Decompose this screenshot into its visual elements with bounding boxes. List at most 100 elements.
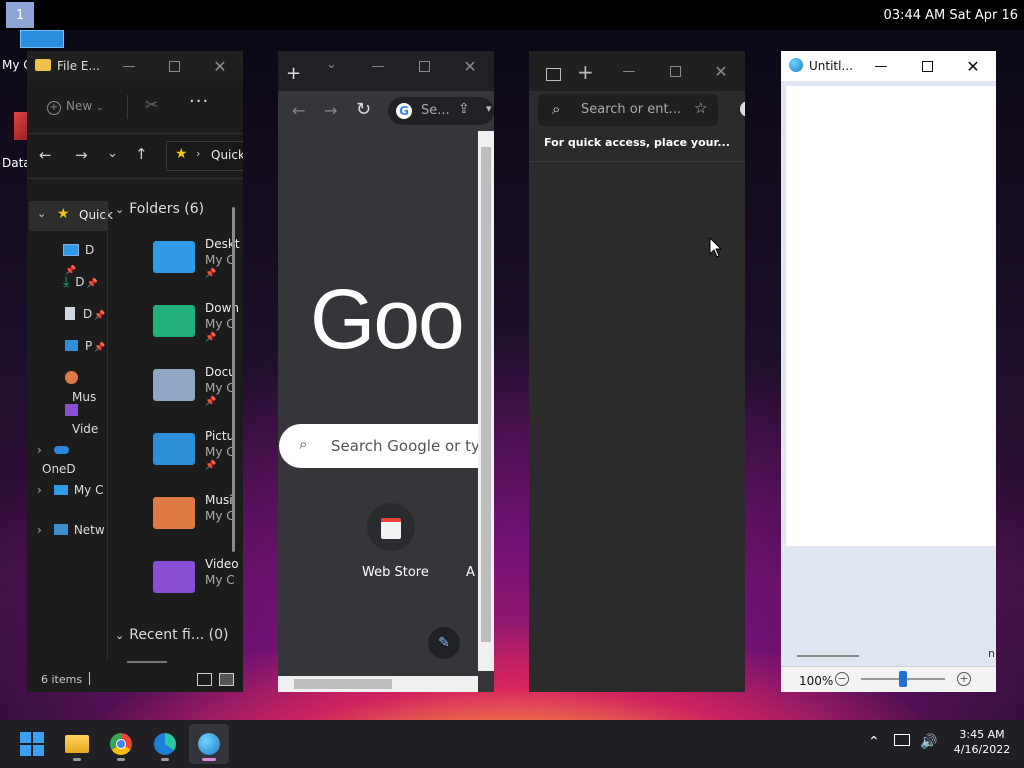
desktop-icon-my-computer[interactable]: My C xyxy=(2,30,64,72)
paint-window: Untitl... — ✕ n 100% − + xyxy=(781,51,996,692)
video-icon xyxy=(65,403,78,416)
zoom-slider-thumb[interactable] xyxy=(899,671,907,687)
volume-icon[interactable]: 🔊 xyxy=(920,734,937,750)
close-button[interactable]: ✕ xyxy=(450,51,490,81)
folder-item[interactable]: Video My C xyxy=(135,553,243,613)
nav-label: Vide xyxy=(72,422,99,436)
group-label: Folders (6) xyxy=(129,201,205,217)
close-button[interactable]: ✕ xyxy=(953,51,993,81)
nav-item-documents[interactable]: D 📌 xyxy=(65,303,105,322)
nav-label: D xyxy=(83,307,93,321)
network-icon[interactable] xyxy=(894,734,910,750)
more-options-icon[interactable]: ··· xyxy=(189,91,209,112)
tiles-view-icon[interactable] xyxy=(219,673,234,686)
profile-icon[interactable] xyxy=(740,101,745,117)
title-bar[interactable]: Untitl... — ✕ xyxy=(781,51,996,81)
item-count: 6 items xyxy=(41,673,83,686)
zoom-slider[interactable] xyxy=(861,671,945,687)
nav-item-quick-access[interactable]: ⌄ ★ Quick xyxy=(29,201,113,231)
new-button[interactable]: + New ⌄ xyxy=(47,99,104,115)
desktop-icon-data[interactable]: Data xyxy=(2,112,31,172)
vertical-scrollbar[interactable] xyxy=(478,131,494,671)
scroll-thumb[interactable] xyxy=(294,679,392,689)
zoom-out-icon[interactable]: − xyxy=(835,672,849,686)
title-bar[interactable]: File E... — ✕ xyxy=(27,51,243,81)
web-store-shortcut[interactable] xyxy=(367,503,415,551)
cut-icon[interactable]: ✂ xyxy=(145,95,158,114)
computer-icon xyxy=(53,484,68,495)
close-button[interactable]: ✕ xyxy=(200,51,240,81)
forward-arrow-icon[interactable]: → xyxy=(75,146,88,164)
folders-group-header[interactable]: ⌄ Folders (6) xyxy=(115,201,204,217)
taskbar-chrome[interactable] xyxy=(101,724,141,764)
maximize-button[interactable] xyxy=(154,51,194,81)
up-arrow-icon[interactable]: ↑ xyxy=(135,145,148,163)
dropdown-icon[interactable]: ▾ xyxy=(486,102,492,115)
maximize-button[interactable] xyxy=(404,51,444,81)
taskbar-clock[interactable]: 3:45 AM 4/16/2022 xyxy=(950,728,1014,756)
minimize-button[interactable]: — xyxy=(861,51,901,81)
nav-item-network[interactable]: › Netw xyxy=(37,519,105,538)
chrome-window: + ⌄ — ✕ ← → ↻ G Se... ⇪ ▾ Goo ⌕ Search G… xyxy=(278,51,494,692)
omnibox[interactable]: G Se... ⇪ ▾ xyxy=(388,97,494,125)
google-search-box[interactable]: ⌕ Search Google or typ xyxy=(279,424,494,468)
taskbar-edge[interactable] xyxy=(145,724,185,764)
details-view-icon[interactable] xyxy=(197,673,212,686)
maximize-button[interactable] xyxy=(655,56,695,86)
recent-locations-icon[interactable]: ⌄ xyxy=(107,146,118,161)
nav-item-pictures[interactable]: P 📌 xyxy=(65,335,105,354)
mouse-cursor-icon xyxy=(709,237,723,258)
back-arrow-icon[interactable]: ← xyxy=(292,101,305,120)
close-button[interactable]: ✕ xyxy=(701,56,741,86)
horizontal-scrollbar[interactable] xyxy=(278,676,478,692)
new-tab-icon[interactable]: + xyxy=(577,60,594,84)
vertical-scrollbar[interactable] xyxy=(232,207,235,552)
workspace-indicator[interactable]: 1 xyxy=(6,2,34,28)
forward-arrow-icon[interactable]: → xyxy=(324,101,337,120)
favorites-bar-hint: For quick access, place your... xyxy=(544,136,730,149)
scroll-thumb[interactable] xyxy=(481,147,491,642)
address-bar[interactable]: ★ › Quick xyxy=(166,141,243,171)
nav-item-videos[interactable]: Vide xyxy=(65,399,107,437)
nav-item-onedrive[interactable]: ›OneD xyxy=(37,439,107,477)
show-hidden-icons[interactable]: ⌃ xyxy=(868,734,880,750)
tab-strip[interactable]: + — ✕ xyxy=(529,51,745,91)
folder-item[interactable]: Down My C 📌 xyxy=(135,297,243,357)
tab-actions-icon[interactable] xyxy=(546,68,561,81)
music-icon xyxy=(65,371,78,384)
folder-location: My C xyxy=(205,381,235,395)
tab-strip[interactable]: + ⌄ — ✕ xyxy=(278,51,494,91)
back-arrow-icon[interactable]: ← xyxy=(39,146,52,164)
folder-item[interactable]: Musi My C xyxy=(135,489,243,549)
taskbar-paint[interactable] xyxy=(189,724,229,764)
folder-item[interactable]: Docu My C 📌 xyxy=(135,361,243,421)
recent-files-group-header[interactable]: ⌄ Recent fi... (0) xyxy=(115,627,229,643)
folder-item[interactable]: Pictu My C 📌 xyxy=(135,425,243,485)
chevron-right-icon: › xyxy=(37,523,42,537)
start-button[interactable] xyxy=(12,724,52,764)
nav-item-my-computer[interactable]: › My C xyxy=(37,479,103,498)
address-placeholder: Search or ent... xyxy=(581,102,681,117)
nav-item-downloads[interactable]: ⤓ D 📌 xyxy=(63,271,98,290)
minimize-button[interactable]: — xyxy=(358,51,398,81)
maximize-button[interactable] xyxy=(907,51,947,81)
zoom-in-icon[interactable]: + xyxy=(957,672,971,686)
tab-search-icon[interactable]: ⌄ xyxy=(326,57,337,72)
add-favorite-icon[interactable]: ☆ xyxy=(694,99,707,117)
customize-pencil-icon[interactable]: ✎ xyxy=(428,627,460,659)
share-icon[interactable]: ⇪ xyxy=(458,101,470,117)
reload-icon[interactable]: ↻ xyxy=(356,99,371,120)
minimize-button[interactable]: — xyxy=(609,56,649,86)
drawing-canvas[interactable] xyxy=(786,86,996,546)
shortcut-label: Web Store xyxy=(362,565,429,580)
taskbar-file-explorer[interactable] xyxy=(57,724,97,764)
folder-item[interactable]: Deskt My C 📌 xyxy=(135,233,243,293)
shortcut-icon xyxy=(14,112,28,140)
horizontal-scrollbar[interactable] xyxy=(797,655,859,657)
minimize-button[interactable]: — xyxy=(109,51,149,81)
nav-label: Netw xyxy=(73,523,105,537)
workspace-number: 1 xyxy=(15,7,25,23)
edge-address-bar[interactable]: ⌕ Search or ent... ☆ xyxy=(538,94,718,126)
new-tab-icon[interactable]: + xyxy=(286,63,301,84)
pin-icon: 📌 xyxy=(94,311,106,321)
